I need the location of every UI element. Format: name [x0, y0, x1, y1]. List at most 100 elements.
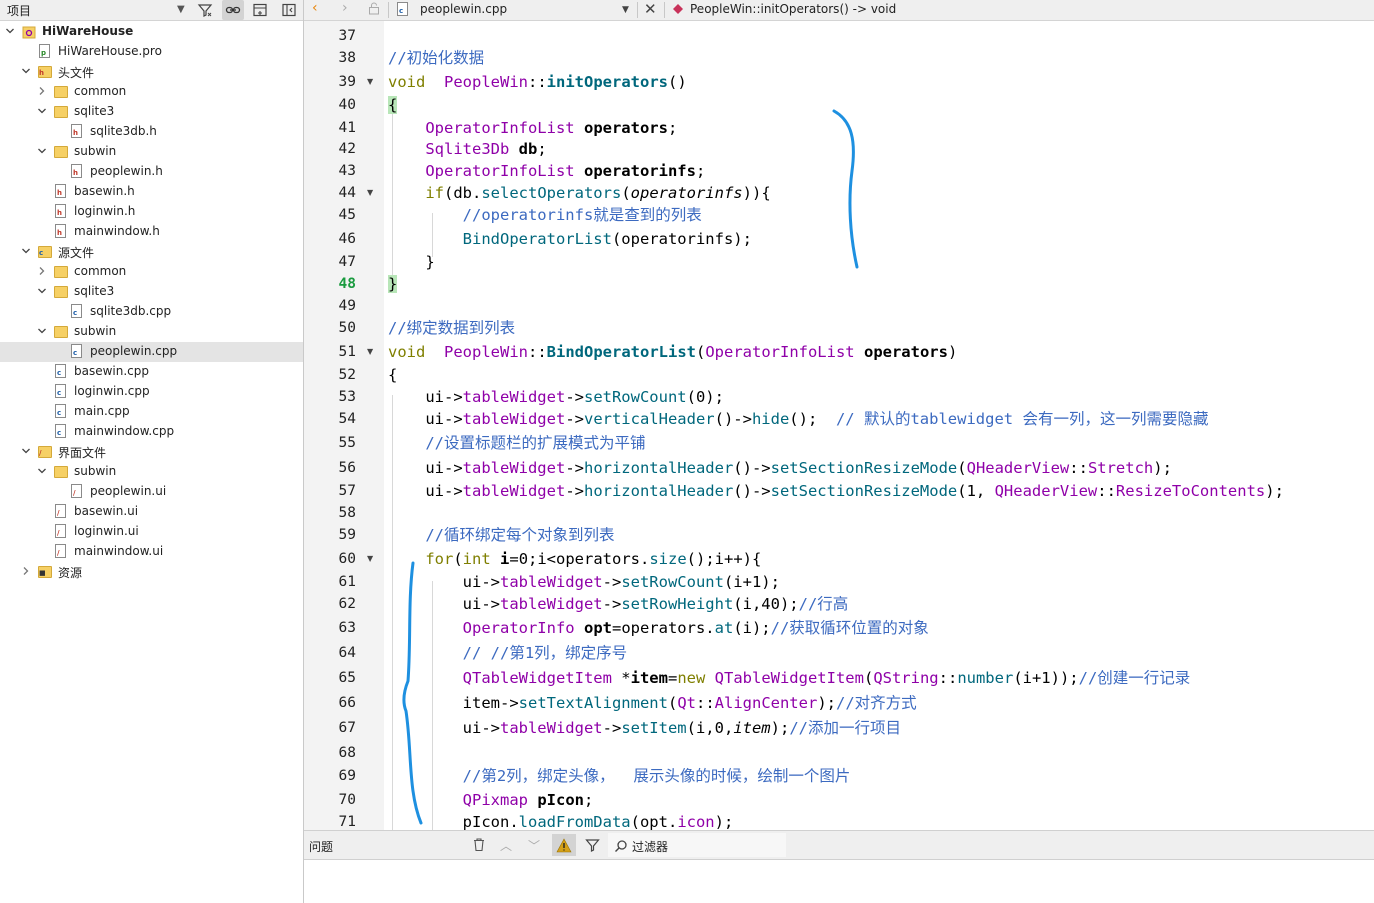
cpp-file-icon: c: [54, 364, 68, 379]
tree-item[interactable]: h peoplewin.h: [0, 162, 303, 182]
chevron-right-icon[interactable]: [36, 85, 48, 97]
sources-folder-icon: c: [38, 244, 52, 259]
tree-item[interactable]: subwin: [0, 142, 303, 162]
cpp-file-icon: c: [54, 404, 68, 419]
tree-item[interactable]: / peoplewin.ui: [0, 482, 303, 502]
tree-item[interactable]: p HiWareHouse.pro: [0, 42, 303, 62]
chevron-down-icon[interactable]: ▼: [622, 5, 629, 15]
issues-pane-toolbar: 问题 ︿ ﹀ 过滤器: [304, 830, 1374, 860]
tree-item[interactable]: h basewin.h: [0, 182, 303, 202]
warning-icon: [556, 837, 572, 852]
close-sidebar-icon[interactable]: [278, 0, 300, 20]
folder-icon: [54, 144, 68, 159]
cpp-file-icon: c: [70, 344, 84, 359]
chevron-up-icon[interactable]: ︿: [500, 837, 512, 854]
tree-item-label: mainwindow.h: [74, 224, 160, 238]
filter-icon[interactable]: [585, 838, 600, 857]
tree-item-label: sqlite3db.h: [90, 124, 157, 138]
back-arrow-icon[interactable]: ‹: [312, 0, 318, 16]
chevron-right-icon[interactable]: [36, 265, 48, 277]
tree-item-label: sqlite3: [74, 284, 115, 298]
tree-item-label: loginwin.cpp: [74, 384, 150, 398]
tree-item-label: sqlite3db.cpp: [90, 304, 172, 318]
tree-item[interactable]: h mainwindow.h: [0, 222, 303, 242]
chevron-down-icon[interactable]: ▼: [177, 4, 185, 15]
tree-item[interactable]: c peoplewin.cpp: [0, 342, 303, 362]
chevron-right-icon[interactable]: [20, 565, 32, 577]
tree-item[interactable]: subwin: [0, 322, 303, 342]
tree-item-label: HiWareHouse: [42, 24, 134, 38]
current-symbol[interactable]: PeopleWin::initOperators() -> void: [690, 2, 896, 16]
tree-item-label: 界面文件: [58, 446, 107, 460]
tree-item[interactable]: c main.cpp: [0, 402, 303, 422]
chevron-down-icon[interactable]: [36, 145, 48, 157]
tree-item[interactable]: c basewin.cpp: [0, 362, 303, 382]
tree-item[interactable]: subwin: [0, 462, 303, 482]
ui-file-icon: /: [54, 524, 68, 539]
tree-item[interactable]: h sqlite3db.h: [0, 122, 303, 142]
tree-item[interactable]: ■ 资源: [0, 562, 303, 582]
chevron-down-icon[interactable]: [36, 325, 48, 337]
annotation-marks: [402, 109, 859, 825]
tree-item[interactable]: c mainwindow.cpp: [0, 422, 303, 442]
annotation-bracket-left: [402, 561, 423, 825]
forms-folder-icon: /: [38, 444, 52, 459]
ui-file-icon: /: [70, 484, 84, 499]
tree-item[interactable]: sqlite3: [0, 102, 303, 122]
ui-file-icon: /: [54, 504, 68, 519]
search-icon: [614, 838, 628, 857]
tree-item[interactable]: c 源文件: [0, 242, 303, 262]
tree-item-label: sqlite3: [74, 104, 115, 118]
code-editor[interactable]: 37 38 39 ▼ 40 41 42 43 44 ▼ 45 46 47 48 49 50 51 ▼ 52 53 54 5…: [304, 21, 1374, 830]
tree-item[interactable]: common: [0, 262, 303, 282]
header-file-icon: h: [54, 184, 68, 199]
tree-item-label: mainwindow.cpp: [74, 424, 175, 438]
chevron-down-icon[interactable]: [36, 105, 48, 117]
tree-item[interactable]: h loginwin.h: [0, 202, 303, 222]
close-file-icon[interactable]: ✕: [644, 0, 657, 18]
split-view-icon[interactable]: [249, 0, 271, 20]
chevron-down-icon[interactable]: [4, 25, 16, 37]
tree-item[interactable]: h 头文件: [0, 62, 303, 82]
link-editor-icon[interactable]: [222, 0, 244, 20]
resources-folder-icon: ■: [38, 564, 52, 579]
tree-item[interactable]: common: [0, 82, 303, 102]
folder-icon: [54, 104, 68, 119]
headers-folder-icon: h: [38, 64, 52, 79]
project-view-combo[interactable]: 项目: [7, 2, 31, 19]
filter-placeholder: 过滤器: [632, 840, 669, 854]
tree-item[interactable]: c loginwin.cpp: [0, 382, 303, 402]
project-icon: [22, 24, 36, 39]
tree-item-label: basewin.ui: [74, 504, 139, 518]
warning-filter-button[interactable]: [552, 834, 576, 856]
tree-item[interactable]: / loginwin.ui: [0, 522, 303, 542]
chevron-down-icon[interactable]: ﹀: [528, 837, 540, 854]
chevron-down-icon[interactable]: [20, 245, 32, 257]
cpp-file-icon: c: [396, 2, 408, 19]
header-file-icon: h: [70, 124, 84, 139]
filter-icon[interactable]: [194, 0, 216, 20]
tree-item[interactable]: / basewin.ui: [0, 502, 303, 522]
lock-icon[interactable]: [368, 2, 380, 18]
open-file-name[interactable]: peoplewin.cpp: [420, 2, 507, 16]
tree-item[interactable]: / 界面文件: [0, 442, 303, 462]
forward-arrow-icon[interactable]: ›: [342, 0, 348, 16]
tree-item-label: common: [74, 84, 127, 98]
chevron-down-icon[interactable]: [20, 445, 32, 457]
issues-filter-input[interactable]: 过滤器: [608, 833, 786, 857]
trash-icon[interactable]: [472, 837, 486, 856]
tree-item[interactable]: HiWareHouse: [0, 22, 303, 42]
tree-item[interactable]: sqlite3: [0, 282, 303, 302]
tree-item[interactable]: / mainwindow.ui: [0, 542, 303, 562]
cpp-file-icon: c: [54, 424, 68, 439]
tree-item-label: 头文件: [58, 66, 95, 80]
tree-item-label: peoplewin.ui: [90, 484, 167, 498]
tree-item[interactable]: c sqlite3db.cpp: [0, 302, 303, 322]
cpp-file-icon: c: [54, 384, 68, 399]
header-file-icon: h: [70, 164, 84, 179]
chevron-down-icon[interactable]: [36, 285, 48, 297]
chevron-down-icon[interactable]: [36, 465, 48, 477]
issues-list[interactable]: [304, 860, 1374, 903]
issues-title[interactable]: 问题: [309, 838, 333, 855]
chevron-down-icon[interactable]: [20, 65, 32, 77]
